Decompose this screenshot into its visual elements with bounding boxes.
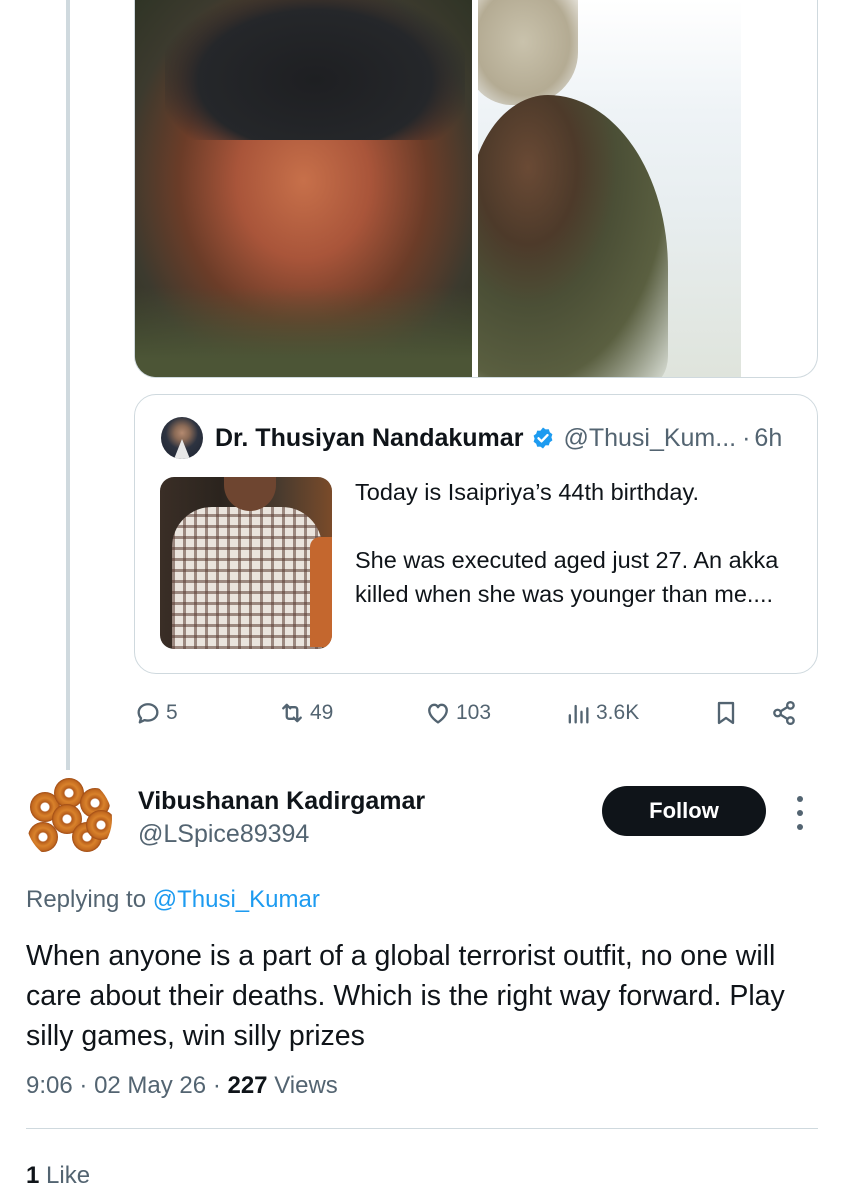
avatar-food-item <box>28 822 58 852</box>
like-button[interactable]: 103 <box>424 690 491 736</box>
divider <box>26 1128 818 1129</box>
reply-count: 5 <box>166 701 178 724</box>
like-count: 103 <box>456 701 492 724</box>
share-button[interactable] <box>770 690 798 736</box>
heart-icon <box>428 703 448 724</box>
quoted-author-handle[interactable]: @Thusi_Kum... <box>563 424 736 453</box>
reply-date[interactable]: 02 May 26 <box>94 1072 206 1099</box>
likes-summary[interactable]: 1 Like <box>26 1162 90 1190</box>
quoted-tweet-card[interactable]: Dr. Thusiyan Nandakumar @Thusi_Kum... · … <box>134 394 818 674</box>
reply-author-avatar[interactable] <box>26 776 112 862</box>
reply-text: When anyone is a part of a global terror… <box>26 940 785 1052</box>
tweet-photo-2[interactable] <box>478 0 741 377</box>
reply-views-label: Views <box>274 1072 338 1099</box>
share-icon <box>773 700 795 726</box>
image-figure-shirt <box>172 507 322 649</box>
separator-dot: · <box>79 1072 88 1099</box>
more-options-icon[interactable] <box>790 796 810 830</box>
quoted-tweet-image[interactable] <box>160 477 332 649</box>
image-figure-side <box>310 537 332 647</box>
reply-button[interactable]: 5 <box>134 690 178 736</box>
avatar-food-item <box>86 810 112 840</box>
follow-button[interactable]: Follow <box>602 786 766 836</box>
tweet-media-grid[interactable] <box>134 0 818 378</box>
views-bars-icon <box>568 704 589 724</box>
reply-views-count: 227 <box>227 1072 268 1099</box>
image-figure-head <box>224 477 276 511</box>
views-count: 3.6K <box>596 701 640 724</box>
views-button[interactable]: 3.6K <box>564 690 639 736</box>
replying-to-mention[interactable]: @Thusi_Kumar <box>153 886 320 913</box>
quoted-tweet-header: Dr. Thusiyan Nandakumar @Thusi_Kum... · … <box>161 417 782 459</box>
repost-button[interactable]: 49 <box>278 690 333 736</box>
quoted-tweet-text: Today is Isaipriya’s 44th birthday. She … <box>355 475 785 611</box>
reply-author-handle[interactable]: @LSpice89394 <box>138 820 309 849</box>
replying-to-label: Replying to <box>26 886 147 913</box>
repost-count: 49 <box>310 701 334 724</box>
quoted-author-avatar[interactable] <box>161 417 203 459</box>
reply-icon <box>137 703 159 724</box>
quoted-text-line-2: She was executed aged just 27. An akka k… <box>355 547 779 607</box>
verified-badge-icon <box>534 427 553 449</box>
separator-dot: · <box>742 423 751 452</box>
quoted-tweet-time[interactable]: 6h <box>754 424 782 453</box>
replying-to-line: Replying to @Thusi_Kumar <box>26 886 320 914</box>
tweet-photo-1[interactable] <box>135 0 472 377</box>
reply-time[interactable]: 9:06 <box>26 1072 73 1099</box>
likes-label: Like <box>46 1162 91 1189</box>
quoted-text-line-1: Today is Isaipriya’s 44th birthday. <box>355 479 699 505</box>
reply-metadata: 9:06 · 02 May 26 · 227 Views <box>26 1072 338 1100</box>
repost-icon <box>282 703 302 723</box>
separator-dot: · <box>212 1072 221 1099</box>
likes-count: 1 <box>26 1162 40 1189</box>
bookmark-icon <box>717 701 735 725</box>
bookmark-button[interactable] <box>712 690 740 736</box>
quoted-author-name[interactable]: Dr. Thusiyan Nandakumar <box>215 424 523 453</box>
reply-author-name[interactable]: Vibushanan Kadirgamar <box>138 787 425 816</box>
tweet-action-bar: 5 49 103 3.6K <box>134 690 818 736</box>
thread-connector-line <box>66 0 70 770</box>
